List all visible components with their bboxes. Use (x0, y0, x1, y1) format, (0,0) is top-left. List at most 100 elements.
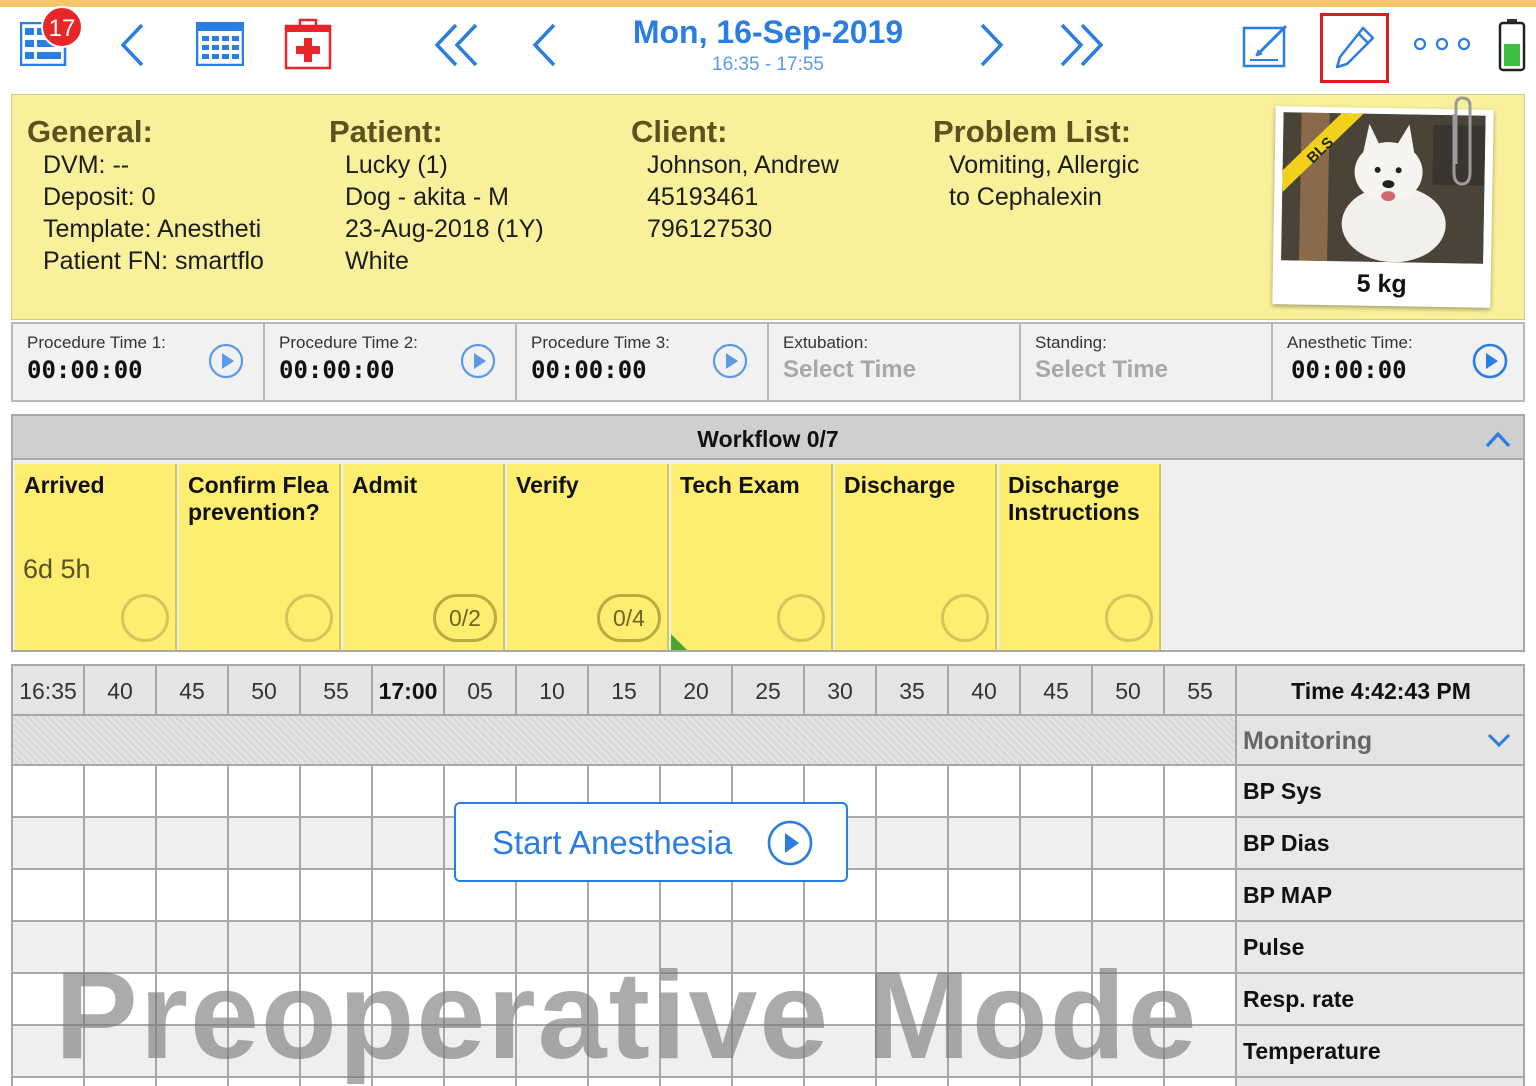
chevron-up-icon[interactable] (1483, 426, 1513, 452)
grid-cell[interactable] (85, 870, 157, 920)
grid-cell[interactable] (85, 922, 157, 972)
grid-cell[interactable] (1093, 766, 1165, 816)
grid-row[interactable] (13, 1078, 1235, 1086)
param-row-extra[interactable] (1235, 1078, 1523, 1086)
grid-row[interactable] (13, 1026, 1235, 1078)
grid-cell[interactable] (805, 922, 877, 972)
anesthetic-time-timer[interactable]: Anesthetic Time: 00:00:00 (1273, 324, 1523, 400)
calendar-icon[interactable] (196, 22, 244, 66)
medical-kit-icon[interactable] (284, 18, 332, 70)
grid-cell[interactable] (13, 1078, 85, 1086)
grid-cell[interactable] (301, 870, 373, 920)
grid-cell[interactable] (949, 766, 1021, 816)
grid-cell[interactable] (13, 818, 85, 868)
grid-cell[interactable] (229, 974, 301, 1024)
grid-cell[interactable] (157, 922, 229, 972)
grid-cell[interactable] (301, 974, 373, 1024)
grid-cell[interactable] (445, 1026, 517, 1076)
grid-cell[interactable] (13, 870, 85, 920)
grid-cell[interactable] (1093, 922, 1165, 972)
param-row-temperature[interactable]: Temperature (1235, 1026, 1523, 1078)
grid-cell[interactable] (1021, 1078, 1093, 1086)
extubation-timer[interactable]: Extubation: Select Time (769, 324, 1021, 400)
double-chevron-left-icon[interactable] (432, 22, 482, 68)
step-status-circle[interactable] (777, 594, 825, 642)
pencil-edit-button[interactable] (1320, 13, 1389, 83)
grid-cell[interactable] (157, 1078, 229, 1086)
grid-cell[interactable] (229, 1078, 301, 1086)
workflow-step-discharge-instructions[interactable]: Discharge Instructions (999, 464, 1161, 650)
grid-cell[interactable] (589, 974, 661, 1024)
grid-cell[interactable] (589, 1078, 661, 1086)
grid-row[interactable] (13, 922, 1235, 974)
grid-cell[interactable] (13, 766, 85, 816)
grid-cell[interactable] (877, 974, 949, 1024)
param-row-pulse[interactable]: Pulse (1235, 922, 1523, 974)
grid-cell[interactable] (1021, 766, 1093, 816)
grid-cell[interactable] (949, 1026, 1021, 1076)
grid-cell[interactable] (229, 766, 301, 816)
grid-cell[interactable] (805, 1078, 877, 1086)
grid-cell[interactable] (1021, 1026, 1093, 1076)
grid-cell[interactable] (1093, 974, 1165, 1024)
step-status-circle[interactable] (285, 594, 333, 642)
grid-cell[interactable] (1093, 1026, 1165, 1076)
grid-cell[interactable] (1165, 1026, 1235, 1076)
workflow-step-verify[interactable]: Verify 0/4 (507, 464, 669, 650)
grid-cell[interactable] (877, 870, 949, 920)
grid-cell[interactable] (517, 1078, 589, 1086)
step-progress-pill[interactable]: 0/4 (597, 594, 661, 642)
grid-cell[interactable] (85, 818, 157, 868)
grid-cell[interactable] (949, 974, 1021, 1024)
step-progress-pill[interactable]: 0/2 (433, 594, 497, 642)
grid-cell[interactable] (229, 870, 301, 920)
notification-badge[interactable]: 17 (41, 6, 83, 48)
grid-cell[interactable] (661, 922, 733, 972)
step-status-circle[interactable] (941, 594, 989, 642)
workflow-step-confirm-flea[interactable]: Confirm Flea prevention? (179, 464, 341, 650)
chevron-left-icon[interactable] (118, 22, 148, 68)
grid-cell[interactable] (229, 1026, 301, 1076)
workflow-step-arrived[interactable]: Arrived 6d 5h (15, 464, 177, 650)
grid-cell[interactable] (1165, 1078, 1235, 1086)
grid-cell[interactable] (85, 766, 157, 816)
grid-cell[interactable] (517, 1026, 589, 1076)
grid-cell[interactable] (13, 922, 85, 972)
chevron-left-icon[interactable] (530, 22, 560, 68)
grid-cell[interactable] (373, 1078, 445, 1086)
grid-cell[interactable] (661, 1078, 733, 1086)
standing-timer[interactable]: Standing: Select Time (1021, 324, 1273, 400)
start-anesthesia-button[interactable]: Start Anesthesia (454, 802, 848, 882)
param-row-resp-rate[interactable]: Resp. rate (1235, 974, 1523, 1026)
grid-cell[interactable] (157, 818, 229, 868)
workflow-step-tech-exam[interactable]: Tech Exam (671, 464, 833, 650)
grid-cell[interactable] (301, 766, 373, 816)
grid-cell[interactable] (229, 922, 301, 972)
grid-cell[interactable] (1021, 922, 1093, 972)
grid-cell[interactable] (157, 1026, 229, 1076)
grid-cell[interactable] (1021, 974, 1093, 1024)
procedure-time-1-timer[interactable]: Procedure Time 1: 00:00:00 (13, 324, 265, 400)
grid-cell[interactable] (85, 1078, 157, 1086)
grid-cell[interactable] (1165, 766, 1235, 816)
grid-cell[interactable] (1165, 870, 1235, 920)
grid-cell[interactable] (733, 974, 805, 1024)
grid-cell[interactable] (157, 974, 229, 1024)
grid-cell[interactable] (589, 922, 661, 972)
step-status-circle[interactable] (1105, 594, 1153, 642)
grid-cell[interactable] (949, 922, 1021, 972)
grid-cell[interactable] (1021, 870, 1093, 920)
grid-cell[interactable] (589, 1026, 661, 1076)
grid-cell[interactable] (301, 1026, 373, 1076)
step-status-circle[interactable] (121, 594, 169, 642)
current-date[interactable]: Mon, 16-Sep-2019 (560, 14, 976, 51)
play-icon[interactable] (207, 342, 245, 380)
grid-cell[interactable] (85, 1026, 157, 1076)
grid-cell[interactable] (805, 1026, 877, 1076)
play-icon[interactable] (711, 342, 749, 380)
grid-cell[interactable] (157, 766, 229, 816)
grid-cell[interactable] (877, 818, 949, 868)
grid-cell[interactable] (301, 818, 373, 868)
grid-cell[interactable] (13, 974, 85, 1024)
grid-cell[interactable] (373, 922, 445, 972)
